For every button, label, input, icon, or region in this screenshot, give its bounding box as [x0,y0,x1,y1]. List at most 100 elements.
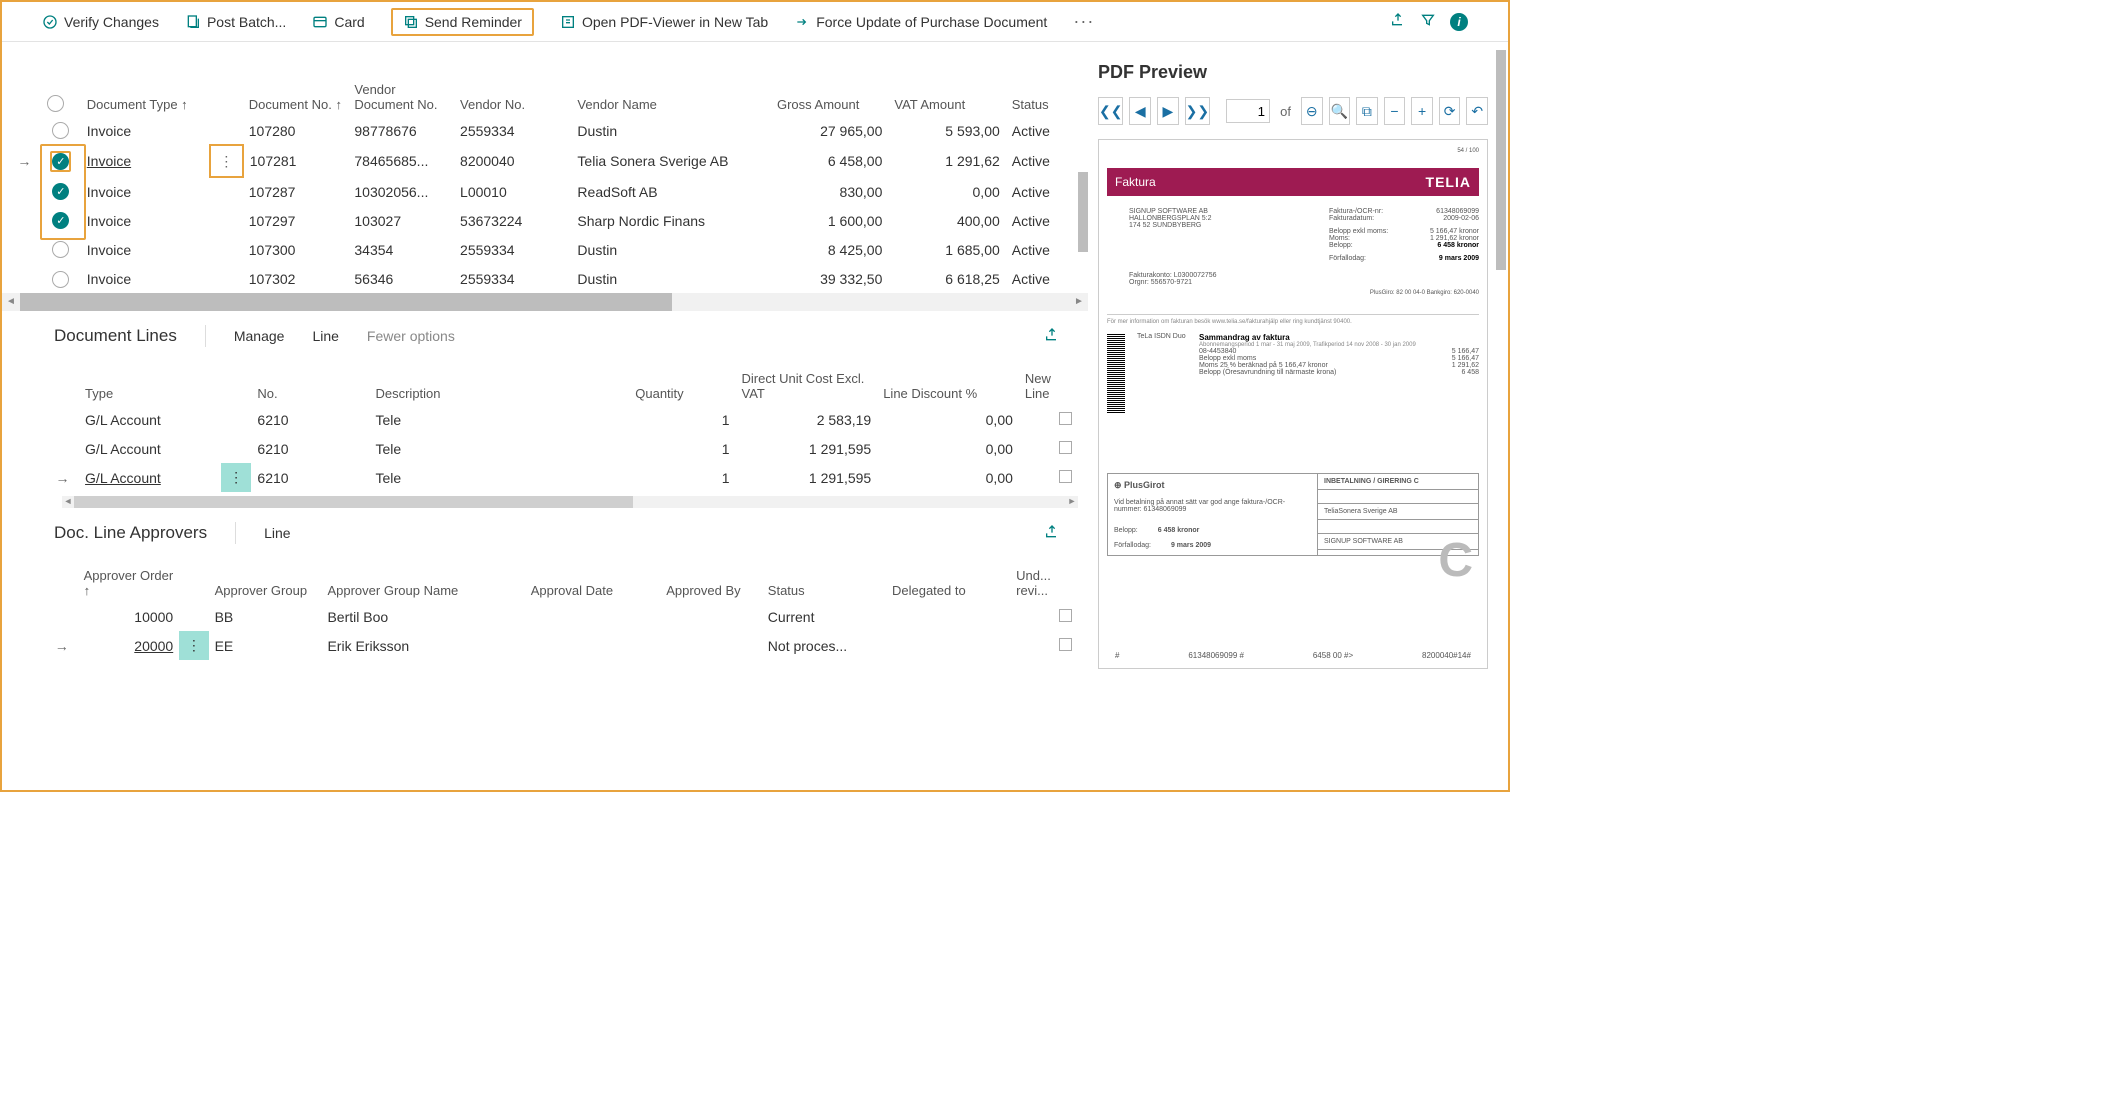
pdf-first-page-button[interactable]: ❮❮ [1098,97,1123,125]
cell-qty[interactable]: 1 [629,434,735,463]
approvers-share-icon[interactable] [1044,524,1060,543]
col-newline[interactable]: New Line [1019,357,1078,405]
verify-changes-action[interactable]: Verify Changes [42,14,159,30]
row-actions-menu[interactable]: ⋮ [210,145,243,177]
pdf-minus-button[interactable]: − [1384,97,1406,125]
lines-share-icon[interactable] [1044,327,1060,346]
cell-vendor-doc-no[interactable]: 34354 [348,235,454,264]
cell-order[interactable]: 20000 [78,631,180,660]
pdf-plus-button[interactable]: + [1411,97,1433,125]
row-select-checkbox[interactable]: ✓ [52,153,69,170]
col-qty[interactable]: Quantity [629,357,735,405]
col-status[interactable]: Status [1006,64,1088,116]
cell-vat[interactable]: 6 618,25 [888,264,1005,293]
col-vendor-doc-no[interactable]: Vendor Document No. [348,64,454,116]
cell-document-no[interactable]: 107300 [243,235,349,264]
cell-gross[interactable]: 39 332,50 [771,264,888,293]
cell-document-type[interactable]: Invoice [81,264,210,293]
col-gross[interactable]: Gross Amount [771,64,888,116]
cell-vendor-name[interactable]: Dustin [571,116,771,145]
cell-name[interactable]: Erik Eriksson [321,631,524,660]
line-row[interactable]: G/L Account6210Tele11 291,5950,00 [46,434,1078,463]
cell-qty[interactable]: 1 [629,463,735,492]
col-approver-name[interactable]: Approver Group Name [321,554,524,602]
cell-gross[interactable]: 8 425,00 [771,235,888,264]
cell-date[interactable] [525,631,660,660]
lines-manage-action[interactable]: Manage [234,328,285,344]
cell-vat[interactable]: 5 593,00 [888,116,1005,145]
cell-vendor-no[interactable]: 53673224 [454,206,571,235]
row-actions-menu[interactable] [210,264,243,293]
row-actions-menu[interactable] [210,116,243,145]
approvers-line-action[interactable]: Line [264,525,290,541]
row-actions-menu[interactable] [221,434,252,463]
cell-vendor-name[interactable]: Telia Sonera Sverige AB [571,145,771,177]
share-icon[interactable] [1390,12,1406,31]
cell-duc[interactable]: 2 583,19 [736,405,878,434]
cell-gross[interactable]: 830,00 [771,177,888,206]
col-document-no[interactable]: Document No. ↑ [243,64,349,116]
cell-vendor-no[interactable]: 8200040 [454,145,571,177]
row-select-checkbox[interactable]: ✓ [52,212,69,229]
cell-newline[interactable] [1019,434,1078,463]
cell-status[interactable]: Active [1006,206,1088,235]
pdf-last-page-button[interactable]: ❯❯ [1185,97,1210,125]
col-desc[interactable]: Description [369,357,629,405]
cell-no[interactable]: 6210 [251,405,369,434]
cell-vat[interactable]: 1 685,00 [888,235,1005,264]
cell-status[interactable]: Active [1006,116,1088,145]
cell-group[interactable]: BB [209,602,322,631]
cell-name[interactable]: Bertil Boo [321,602,524,631]
lines-feweroptions-action[interactable]: Fewer options [367,328,455,344]
cell-by[interactable] [660,602,762,631]
cell-desc[interactable]: Tele [369,463,629,492]
card-action[interactable]: Card [312,14,364,30]
document-row[interactable]: →✓Invoice⋮10728178465685...8200040Telia … [8,145,1088,177]
page-vscroll[interactable] [1496,50,1506,270]
document-row[interactable]: Invoice107302563462559334Dustin39 332,50… [8,264,1088,293]
cell-duc[interactable]: 1 291,595 [736,434,878,463]
row-actions-menu[interactable]: ⋮ [221,463,252,492]
grid1-vscroll[interactable] [1078,172,1088,252]
cell-no[interactable]: 6210 [251,434,369,463]
cell-vendor-doc-no[interactable]: 10302056... [348,177,454,206]
cell-desc[interactable]: Tele [369,405,629,434]
cell-desc[interactable]: Tele [369,434,629,463]
pdf-undo-button[interactable]: ↶ [1466,97,1488,125]
cell-vendor-name[interactable]: Dustin [571,264,771,293]
row-actions-menu[interactable] [210,206,243,235]
line-row[interactable]: →G/L Account⋮6210Tele11 291,5950,00 [46,463,1078,492]
row-actions-menu[interactable]: ⋮ [179,631,208,660]
col-approved-by[interactable]: Approved By [660,554,762,602]
document-row[interactable]: Invoice107300343542559334Dustin8 425,001… [8,235,1088,264]
col-vendor-name[interactable]: Vendor Name [571,64,771,116]
col-und[interactable]: Und... revi... [1010,554,1078,602]
more-actions[interactable]: ··· [1073,11,1094,32]
cell-document-no[interactable]: 107297 [243,206,349,235]
cell-document-no[interactable]: 107302 [243,264,349,293]
cell-status[interactable]: Active [1006,235,1088,264]
post-batch-action[interactable]: Post Batch... [185,14,286,30]
row-actions-menu[interactable] [210,177,243,206]
cell-gross[interactable]: 6 458,00 [771,145,888,177]
cell-document-type[interactable]: Invoice [81,177,210,206]
cell-vendor-name[interactable]: Sharp Nordic Finans [571,206,771,235]
col-approver-group[interactable]: Approver Group [209,554,322,602]
cell-group[interactable]: EE [209,631,322,660]
row-select-checkbox[interactable] [52,122,69,139]
pdf-prev-page-button[interactable]: ◀ [1129,97,1151,125]
cell-vat[interactable]: 400,00 [888,206,1005,235]
lines-line-action[interactable]: Line [312,328,338,344]
cell-vat[interactable]: 0,00 [888,177,1005,206]
select-all-checkbox[interactable] [47,95,64,112]
pdf-zoom-out-button[interactable]: ⊖ [1301,97,1323,125]
cell-document-type[interactable]: Invoice [81,235,210,264]
col-delegated-to[interactable]: Delegated to [886,554,1010,602]
line-row[interactable]: G/L Account6210Tele12 583,190,00 [46,405,1078,434]
cell-vendor-no[interactable]: L00010 [454,177,571,206]
col-approver-order[interactable]: Approver Order ↑ [78,554,180,602]
row-select-checkbox[interactable] [52,241,69,258]
col-vendor-no[interactable]: Vendor No. [454,64,571,116]
row-actions-menu[interactable] [221,405,252,434]
cell-document-no[interactable]: 107280 [243,116,349,145]
